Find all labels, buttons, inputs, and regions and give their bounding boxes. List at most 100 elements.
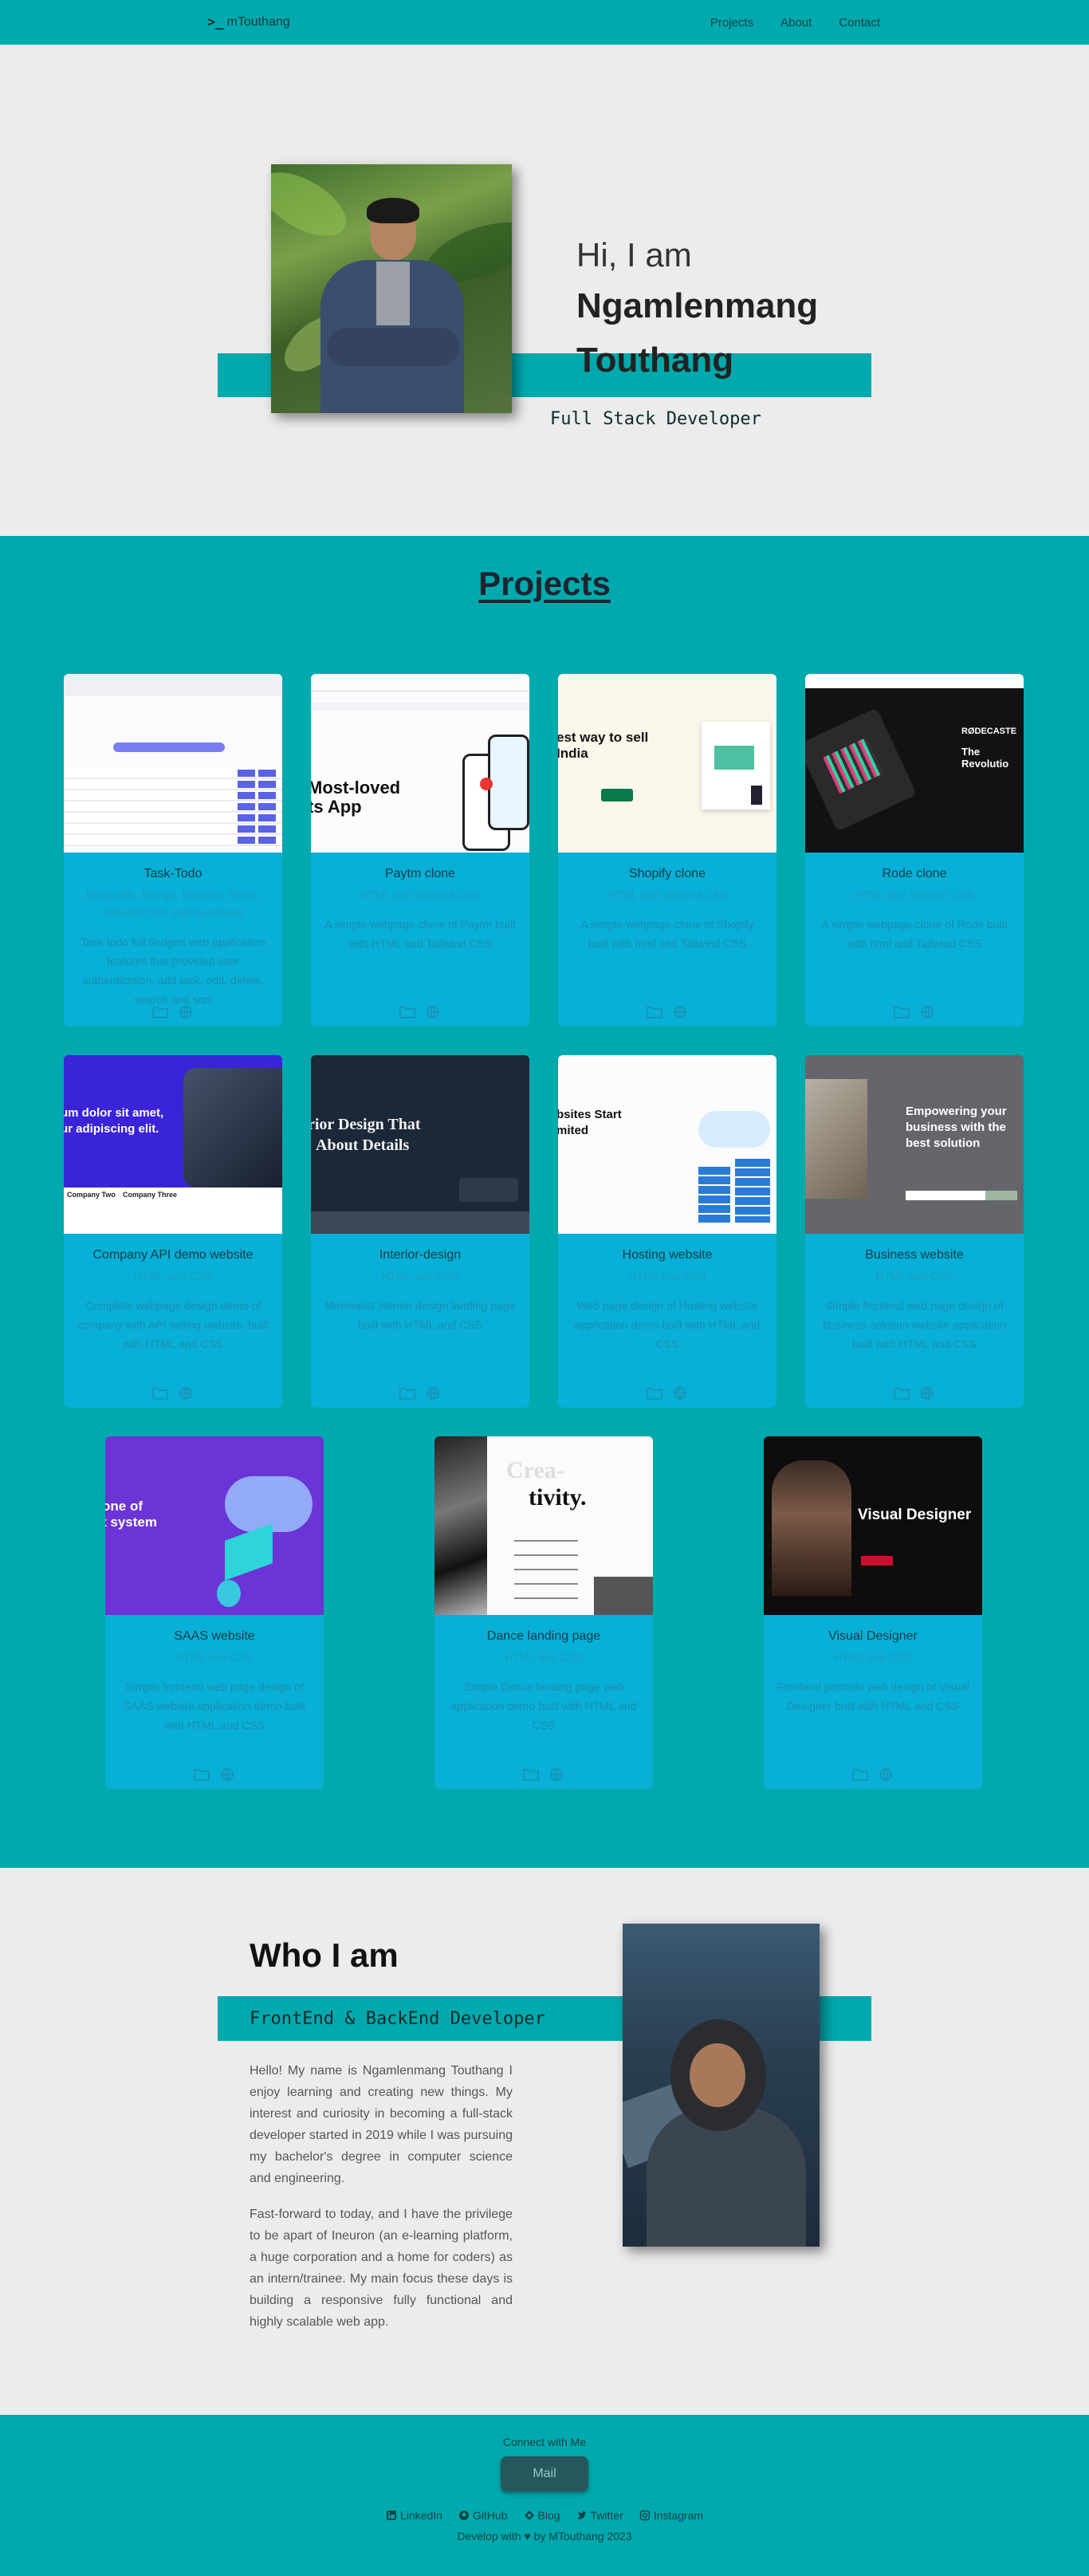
nav-link-about[interactable]: About bbox=[780, 16, 812, 30]
github-icon bbox=[458, 2511, 469, 2520]
project-card-shopify[interactable]: est way to sell India Shopify clone HTML… bbox=[558, 674, 776, 1026]
card-tech: HTML and CSS bbox=[834, 1651, 912, 1664]
paytm-thumbnail: Most-loved ts App bbox=[311, 674, 529, 853]
card-title: Interior-design bbox=[379, 1248, 462, 1262]
folder-icon[interactable] bbox=[852, 1768, 868, 1781]
globe-icon[interactable] bbox=[178, 1387, 194, 1400]
social-link-github[interactable]: GitHub bbox=[458, 2509, 508, 2522]
projects-section: Projects Task-Todo MongoDB, Mongo, Expre… bbox=[0, 536, 1089, 1868]
dance-thumbnail: Crea- tivity. bbox=[434, 1436, 653, 1615]
project-card-interior[interactable]: rior Design That About Details Interior-… bbox=[311, 1055, 529, 1408]
project-card-dance[interactable]: Crea- tivity. Dance landing page HTML an… bbox=[434, 1436, 653, 1789]
card-title: Rode clone bbox=[882, 867, 947, 880]
nav-links: Projects About Contact bbox=[710, 16, 880, 30]
card-title: Dance landing page bbox=[486, 1629, 601, 1643]
company-api-thumbnail: um dolor sit amet, ur adipiscing elit. C… bbox=[64, 1055, 282, 1234]
project-card-paytm[interactable]: Most-loved ts App Paytm clone HTML and T… bbox=[311, 674, 529, 1026]
visual-designer-thumbnail: Visual Designer bbox=[764, 1436, 982, 1615]
card-title: SAAS website bbox=[174, 1629, 255, 1643]
about-bio: Hello! My name is Ngamlenmang Touthang I… bbox=[250, 2060, 513, 2333]
card-tech: HTML and CSS bbox=[505, 1651, 583, 1664]
card-description: Complete webpage design demo of company … bbox=[77, 1299, 269, 1350]
hosting-thumbnail: bsites Start mited bbox=[558, 1055, 776, 1234]
folder-icon[interactable] bbox=[894, 1006, 910, 1018]
hero-name-first: Ngamlenmang bbox=[576, 286, 819, 325]
hero-greeting: Hi, I am bbox=[576, 236, 692, 274]
card-tech: HTML and CSS bbox=[134, 1270, 212, 1282]
about-section: Who I am FrontEnd & BackEnd Developer He… bbox=[0, 1868, 1089, 2415]
folder-icon[interactable] bbox=[152, 1387, 168, 1400]
globe-icon[interactable] bbox=[919, 1006, 935, 1018]
project-card-business[interactable]: Empowering your business with the best s… bbox=[805, 1055, 1024, 1408]
globe-icon[interactable] bbox=[919, 1387, 935, 1400]
hero-section: Hi, I am Ngamlenmang Touthang Full Stack… bbox=[0, 45, 1089, 536]
social-link-linkedin[interactable]: LinkedIn bbox=[386, 2509, 442, 2522]
about-paragraph: Hello! My name is Ngamlenmang Touthang I… bbox=[250, 2064, 513, 2185]
about-heading: Who I am bbox=[250, 1936, 399, 1974]
card-title: Paytm clone bbox=[384, 867, 456, 880]
social-link-blog[interactable]: Blog bbox=[524, 2509, 560, 2522]
folder-icon[interactable] bbox=[399, 1387, 415, 1400]
globe-icon[interactable] bbox=[219, 1768, 235, 1781]
card-description: Simple frontend web page design of busin… bbox=[823, 1299, 1006, 1350]
heart-icon: ♥ bbox=[524, 2530, 531, 2543]
project-card-company-api[interactable]: um dolor sit amet, ur adipiscing elit. C… bbox=[64, 1055, 282, 1408]
card-description: Minimalist Interior design landing page … bbox=[324, 1299, 516, 1331]
card-tech: HTML and CSS bbox=[175, 1651, 254, 1664]
globe-icon[interactable] bbox=[425, 1006, 441, 1018]
hero-intro: Hi, I am Ngamlenmang Touthang bbox=[576, 236, 818, 389]
twitter-icon bbox=[576, 2511, 587, 2519]
social-link-instagram[interactable]: Instagram bbox=[639, 2509, 703, 2522]
hero-name-last: Touthang bbox=[576, 341, 734, 380]
saas-thumbnail: one of t system bbox=[105, 1436, 324, 1615]
brand-name: mTouthang bbox=[226, 15, 290, 29]
project-card-visual-designer[interactable]: Visual Designer Visual Designer HTML and… bbox=[764, 1436, 982, 1789]
connect-label: Connect with Me bbox=[502, 2436, 587, 2448]
card-tech: HTML and Tailwind CSS bbox=[360, 888, 481, 901]
folder-icon[interactable] bbox=[523, 1768, 539, 1781]
about-role: FrontEnd & BackEnd Developer bbox=[250, 2009, 545, 2029]
card-description: Frontend portfolio web design of Visual … bbox=[776, 1680, 969, 1712]
globe-icon[interactable] bbox=[548, 1768, 564, 1781]
project-card-hosting[interactable]: bsites Start mited Hosting website HTML … bbox=[558, 1055, 776, 1408]
globe-icon[interactable] bbox=[878, 1768, 894, 1781]
card-title: Company API demo website bbox=[92, 1248, 254, 1262]
card-description: A simple webpage clone of Rode built wit… bbox=[821, 918, 1008, 950]
card-description: Task todo full fledged web application f… bbox=[81, 935, 265, 1006]
brand-logo[interactable]: >_ mTouthang bbox=[207, 14, 290, 30]
business-thumbnail: Empowering your business with the best s… bbox=[805, 1055, 1024, 1234]
nav-link-contact[interactable]: Contact bbox=[839, 16, 880, 30]
card-title: Task-Todo bbox=[143, 867, 202, 880]
folder-icon[interactable] bbox=[647, 1006, 662, 1018]
mail-button[interactable]: Mail bbox=[501, 2456, 588, 2491]
card-description: A simple webpage clone of Paytm built wi… bbox=[324, 918, 516, 950]
card-title: Hosting website bbox=[622, 1248, 713, 1262]
project-card-saas[interactable]: one of t system SAAS website HTML and CS… bbox=[105, 1436, 324, 1789]
interior-thumbnail: rior Design That About Details bbox=[311, 1055, 529, 1234]
project-card-rode[interactable]: RØDECASTE The Revolutio Rode clone HTML … bbox=[805, 674, 1024, 1026]
globe-icon[interactable] bbox=[672, 1387, 688, 1400]
folder-icon[interactable] bbox=[152, 1006, 168, 1018]
globe-icon[interactable] bbox=[425, 1387, 441, 1400]
social-links: LinkedIn GitHub Blog Twitter Instagram bbox=[0, 2509, 1089, 2522]
folder-icon[interactable] bbox=[647, 1387, 662, 1400]
folder-icon[interactable] bbox=[399, 1006, 415, 1018]
projects-heading: Projects bbox=[478, 565, 611, 602]
globe-icon[interactable] bbox=[672, 1006, 688, 1018]
about-photo bbox=[623, 1924, 820, 2247]
social-link-twitter[interactable]: Twitter bbox=[576, 2509, 623, 2522]
rode-thumbnail: RØDECASTE The Revolutio bbox=[805, 674, 1024, 853]
card-tech: HTML and Tailwind CSS bbox=[607, 888, 728, 901]
folder-icon[interactable] bbox=[194, 1768, 210, 1781]
project-card-task-todo[interactable]: Task-Todo MongoDB, Mongo, Express, React… bbox=[64, 674, 282, 1026]
card-tech: HTML and Tailwind CSS bbox=[854, 888, 975, 901]
card-description: Simple frontend web page design of SAAS … bbox=[123, 1680, 306, 1731]
folder-icon[interactable] bbox=[894, 1387, 910, 1400]
globe-icon[interactable] bbox=[178, 1006, 194, 1018]
nav-link-projects[interactable]: Projects bbox=[710, 16, 753, 30]
linkedin-icon bbox=[386, 2511, 396, 2520]
profile-photo bbox=[271, 164, 512, 413]
card-description: Simple Dance landing page web applicatio… bbox=[450, 1680, 637, 1731]
terminal-icon: >_ bbox=[207, 14, 224, 30]
card-description: Web page design of Hosting website appli… bbox=[574, 1299, 761, 1350]
